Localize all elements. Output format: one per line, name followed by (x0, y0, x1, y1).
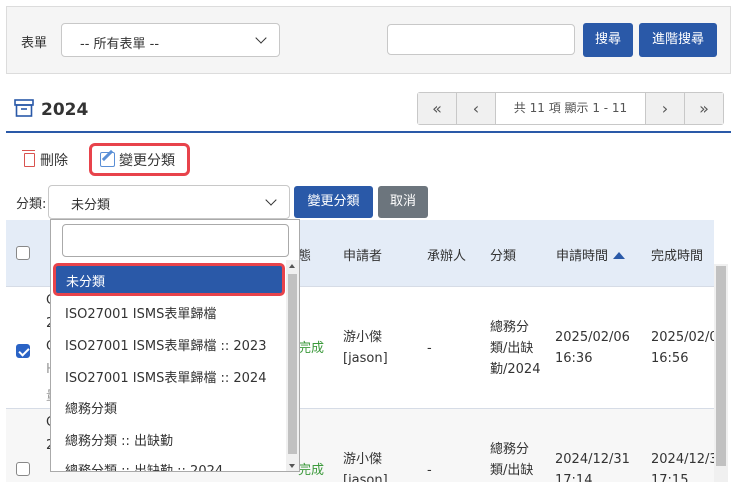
dropdown-option[interactable]: ISO27001 ISMS表單歸檔 (65, 303, 216, 322)
dropdown-option[interactable]: ISO27001 ISMS表單歸檔 :: 2023 (65, 335, 266, 354)
apply-category-button[interactable]: 變更分類 (294, 186, 373, 218)
completed-date: 2025/02/0 (651, 330, 714, 345)
row-checkbox[interactable] (16, 462, 30, 476)
dropdown-scrollbar-thumb[interactable] (288, 274, 297, 454)
chevron-down-icon (255, 32, 267, 44)
applicant-name: 游小傑 (343, 330, 383, 345)
filter-bar: 表單 -- 所有表單 -- 搜尋 進階搜尋 (6, 6, 731, 74)
dropdown-option[interactable]: ISO27001 ISMS表單歸檔 :: 2024 (65, 367, 266, 386)
dropdown-option[interactable]: 總務分類 :: 出缺勤 (65, 430, 173, 449)
dropdown-option-selected[interactable]: 未分類 (53, 263, 285, 296)
column-header-category[interactable]: 分類 (490, 245, 516, 264)
dropdown-search-input[interactable] (62, 224, 289, 257)
pagination: « ‹ 共 11 項 顯示 1 - 11 › » (417, 92, 724, 125)
trash-icon (22, 150, 35, 167)
delete-label: 刪除 (40, 153, 68, 169)
applicant-id: [jason] (343, 473, 388, 482)
applied-time: 16:36 (555, 351, 593, 366)
next-page-button[interactable]: › (645, 93, 684, 124)
category-cell-line: 類/出缺 (490, 341, 534, 356)
applied-date: 2024/12/31 (555, 452, 630, 467)
dropdown-option[interactable]: 總務分類 :: 出缺勤 :: 2024 (65, 460, 223, 471)
handler-cell: - (427, 463, 432, 478)
completed-time: 16:56 (651, 351, 689, 366)
chevron-down-icon (265, 194, 277, 206)
archive-icon (14, 99, 34, 117)
scroll-down-icon[interactable] (289, 464, 295, 468)
search-input[interactable] (387, 24, 575, 55)
form-filter-label: 表單 (21, 36, 48, 51)
scroll-up-icon[interactable] (289, 264, 295, 268)
applied-date: 2025/02/06 (555, 330, 630, 345)
title-divider (6, 131, 731, 133)
status-cell: 完成 (298, 463, 325, 478)
select-all-checkbox[interactable] (16, 246, 30, 260)
cancel-button[interactable]: 取消 (378, 186, 428, 218)
category-cell-line: 勤/2024 (490, 362, 541, 377)
status-cell: 完成 (298, 341, 325, 356)
category-label: 分類: (16, 197, 47, 212)
prev-page-button[interactable]: ‹ (457, 93, 496, 124)
first-page-button[interactable]: « (418, 93, 457, 124)
page-title: 2024 (41, 100, 89, 120)
row-checkbox[interactable] (16, 344, 30, 358)
dropdown-option-label: 未分類 (66, 275, 106, 290)
category-cell-line: 總務分 (490, 320, 530, 335)
change-category-label: 變更分類 (119, 152, 175, 169)
pager-info: 共 11 項 顯示 1 - 11 (513, 101, 628, 115)
advanced-search-button[interactable]: 進階搜尋 (639, 23, 717, 57)
change-category-action[interactable]: 變更分類 (89, 143, 190, 176)
category-select[interactable]: 未分類 (48, 185, 290, 219)
completed-time: 17:15 (651, 473, 689, 482)
column-header-completed-time[interactable]: 完成時間 (651, 245, 703, 264)
applied-time: 17:14 (555, 473, 593, 482)
form-select[interactable]: -- 所有表單 -- (61, 23, 280, 57)
applicant-name: 游小傑 (343, 452, 383, 467)
column-header-applied-time[interactable]: 申請時間 (556, 245, 626, 264)
completed-date: 2024/12/3 (651, 452, 714, 467)
dropdown-option[interactable]: 總務分類 (65, 398, 117, 417)
scrollbar-thumb[interactable] (716, 266, 726, 466)
last-page-button[interactable]: » (684, 93, 723, 124)
category-select-value: 未分類 (71, 198, 111, 213)
dropdown-scrollbar[interactable] (286, 260, 299, 471)
search-button[interactable]: 搜尋 (583, 23, 633, 57)
handler-cell: - (427, 341, 432, 356)
category-dropdown: 未分類 ISO27001 ISMS表單歸檔 ISO27001 ISMS表單歸檔 … (50, 219, 300, 472)
delete-action[interactable]: 刪除 (22, 150, 68, 170)
sort-ascending-icon (613, 252, 626, 259)
table-scrollbar[interactable] (714, 264, 728, 482)
column-header-applicant[interactable]: 申請者 (343, 245, 382, 264)
category-cell-line: 類/出缺 (490, 463, 534, 478)
applicant-id: [jason] (343, 351, 388, 366)
edit-icon (100, 152, 115, 167)
category-cell-line: 總務分 (490, 442, 530, 457)
form-select-value: -- 所有表單 -- (80, 37, 160, 52)
column-header-handler[interactable]: 承辦人 (427, 245, 466, 264)
